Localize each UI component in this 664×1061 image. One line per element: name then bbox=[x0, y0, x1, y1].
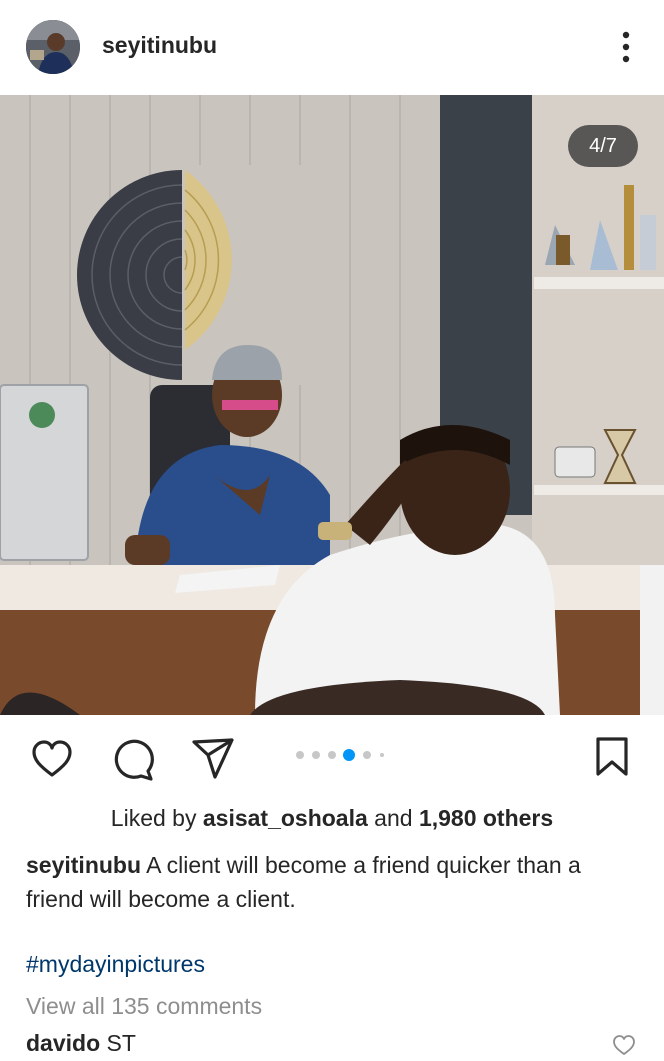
liker-username[interactable]: asisat_oshoala bbox=[203, 805, 368, 831]
carousel-indicator bbox=[290, 748, 410, 762]
comment-username[interactable]: davido bbox=[26, 1030, 100, 1056]
carousel-dot bbox=[296, 751, 304, 759]
more-vertical-icon[interactable] bbox=[614, 28, 638, 68]
likes-summary[interactable]: Liked by asisat_oshoala and 1,980 others bbox=[0, 805, 664, 832]
heart-icon[interactable] bbox=[30, 737, 74, 781]
caption-username[interactable]: seyitinubu bbox=[26, 852, 141, 878]
likes-prefix: Liked by bbox=[110, 805, 197, 831]
carousel-dot bbox=[363, 751, 371, 759]
post-image[interactable] bbox=[0, 95, 664, 715]
carousel-dot-active bbox=[343, 749, 355, 761]
post-username[interactable]: seyitinubu bbox=[102, 32, 217, 59]
carousel-dot bbox=[328, 751, 336, 759]
post-header: seyitinubu bbox=[0, 0, 664, 95]
comment-heart-icon[interactable] bbox=[612, 1034, 636, 1056]
bookmark-icon[interactable] bbox=[594, 736, 630, 778]
hashtag-link[interactable]: #mydayinpictures bbox=[26, 951, 205, 978]
send-icon[interactable] bbox=[190, 736, 236, 782]
carousel-dot bbox=[380, 753, 384, 757]
comment-bubble-icon[interactable] bbox=[110, 736, 156, 782]
avatar[interactable] bbox=[26, 20, 80, 74]
carousel-dot bbox=[312, 751, 320, 759]
likes-joiner: and bbox=[374, 805, 413, 831]
comment-item: davido ST bbox=[26, 1030, 136, 1057]
post-caption: seyitinubu A client will become a friend… bbox=[26, 848, 636, 916]
comment-text: ST bbox=[106, 1030, 136, 1056]
image-counter-badge: 4/7 bbox=[568, 125, 638, 167]
likes-others[interactable]: 1,980 others bbox=[419, 805, 553, 831]
view-all-comments-link[interactable]: View all 135 comments bbox=[26, 993, 262, 1020]
